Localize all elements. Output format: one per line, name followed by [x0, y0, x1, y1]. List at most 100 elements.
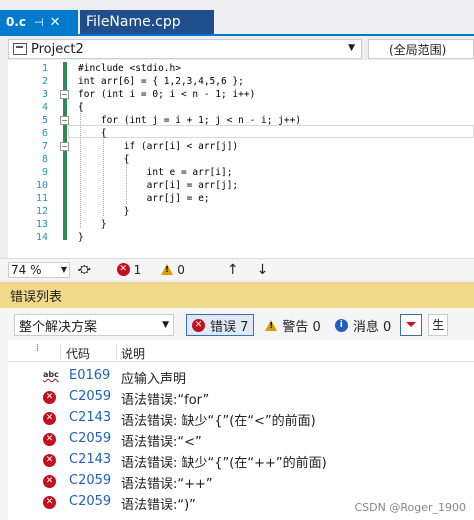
- line-number: 11: [35, 193, 48, 204]
- error-icon: ✕: [43, 475, 56, 488]
- line-number: 3: [41, 89, 48, 100]
- line-number: 12: [35, 206, 48, 217]
- column-divider[interactable]: [60, 344, 61, 360]
- build-source-dropdown[interactable]: 生: [428, 314, 449, 336]
- line-number: 2: [41, 76, 48, 87]
- error-icon: ✕: [43, 412, 56, 425]
- scope-value: 整个解决方案: [19, 319, 98, 335]
- close-icon[interactable]: ✕: [50, 15, 61, 30]
- error-code[interactable]: E0169: [69, 368, 110, 383]
- line-number: 5: [41, 115, 48, 126]
- code-line: for (int j = i + 1; j < n - i; j++): [78, 115, 302, 126]
- code-line: if (arr[i] < arr[j]): [78, 141, 239, 152]
- code-line: arr[j] = e;: [78, 193, 210, 204]
- code-line: }: [78, 206, 130, 217]
- error-description: 语法错误: 缺少“{”(在“++”的前面): [121, 456, 327, 471]
- project-name: Project2: [31, 41, 84, 57]
- error-list-panel: 错误列表 整个解决方案 ▼ ✕ 错误 7 警告 0 i 消息 0 ⏷ 生 ⁞ 代…: [0, 282, 474, 520]
- errors-filter-button[interactable]: ✕ 错误 7: [186, 314, 255, 336]
- messages-filter-button[interactable]: i 消息 0: [330, 314, 396, 336]
- error-list-toolbar: 整个解决方案 ▼ ✕ 错误 7 警告 0 i 消息 0 ⏷ 生: [0, 312, 474, 338]
- error-icon: ✕: [43, 391, 56, 404]
- error-count-indicator[interactable]: ✕ 1: [116, 262, 142, 277]
- warnings-filter-label: 警告 0: [282, 319, 321, 335]
- scope-dropdown[interactable]: (全局范围): [368, 39, 474, 59]
- code-line: #include <stdio.h>: [78, 63, 181, 74]
- line-number: 4: [41, 102, 48, 113]
- error-code[interactable]: C2143: [69, 410, 111, 425]
- table-row[interactable]: ✕ C2143 语法错误: 缺少“{”(在“++”的前面): [8, 450, 474, 471]
- code-editor[interactable]: 1 2 3 4 5 6 7 8 9 10 11 12 13 14 − − − #…: [8, 60, 474, 258]
- filter-icon[interactable]: ⏷: [400, 314, 423, 336]
- change-marker: [63, 62, 67, 240]
- column-divider[interactable]: [116, 344, 117, 360]
- error-code[interactable]: C2059: [69, 431, 111, 446]
- table-header: ⁞ 代码 说明: [8, 342, 474, 362]
- scope-label: (全局范围): [389, 42, 447, 57]
- arrow-down-icon[interactable]: ↓: [257, 262, 269, 278]
- code-line: }: [78, 219, 107, 230]
- error-code[interactable]: C2059: [69, 473, 111, 488]
- warning-icon: [265, 319, 278, 331]
- error-code[interactable]: C2143: [69, 452, 111, 467]
- sort-icon[interactable]: ⁞: [36, 343, 39, 354]
- error-table: ⁞ 代码 说明 abc E0169 应输入声明 ✕ C2059 语法错误:“fo…: [8, 340, 474, 520]
- code-line: {: [78, 102, 84, 113]
- code-line: int e = arr[i];: [78, 167, 233, 178]
- tab-label: FileName.cpp: [86, 14, 181, 30]
- line-number: 13: [35, 219, 48, 230]
- arrow-up-icon[interactable]: ↑: [227, 262, 239, 278]
- line-number: 1: [41, 63, 48, 74]
- code-line: arr[i] = arr[j];: [78, 180, 239, 191]
- project-dropdown[interactable]: Project2 ▼: [8, 39, 362, 59]
- error-description: 语法错误: 缺少“{”(在“<”的前面): [121, 414, 316, 429]
- line-number: 10: [35, 180, 48, 191]
- error-code[interactable]: C2059: [69, 389, 111, 404]
- solution-scope-dropdown[interactable]: 整个解决方案 ▼: [14, 314, 174, 336]
- code-line: {: [78, 154, 130, 165]
- line-number: 9: [41, 167, 48, 178]
- column-header-code[interactable]: 代码: [66, 345, 90, 362]
- code-area[interactable]: #include <stdio.h> int arr[6] = { 1,2,3,…: [68, 60, 474, 258]
- column-header-description[interactable]: 说明: [121, 345, 145, 362]
- code-line: for (int i = 0; i < n - 1; i++): [78, 89, 256, 100]
- warning-icon: [161, 264, 174, 275]
- line-number: 6: [41, 128, 48, 139]
- error-description: 应输入声明: [121, 372, 187, 387]
- info-icon: i: [334, 318, 348, 332]
- intellisense-error-icon: abc: [43, 370, 59, 379]
- error-icon: ✕: [43, 454, 56, 467]
- table-row[interactable]: ✕ C2059 语法错误:“<”: [8, 429, 474, 450]
- error-count: 1: [133, 262, 142, 277]
- error-code[interactable]: C2059: [69, 494, 111, 509]
- chevron-down-icon: ▼: [162, 320, 169, 330]
- tab-0-c[interactable]: 0.c ⊣ ✕: [0, 10, 78, 34]
- warning-count-indicator[interactable]: 0: [161, 263, 185, 277]
- warnings-filter-button[interactable]: 警告 0: [260, 314, 325, 336]
- tab-label: 0.c: [6, 15, 27, 29]
- line-number: 7: [41, 141, 48, 152]
- table-row[interactable]: ✕ C2059 语法错误:“++”: [8, 471, 474, 492]
- tab-filename-cpp[interactable]: FileName.cpp: [80, 10, 214, 34]
- document-tab-bar: 0.c ⊣ ✕ FileName.cpp: [0, 0, 474, 36]
- error-list-title[interactable]: 错误列表: [0, 282, 474, 308]
- warning-count: 0: [177, 262, 185, 277]
- watermark: CSDN @Roger_1900: [354, 501, 466, 514]
- line-number: 8: [41, 154, 48, 165]
- code-line: {: [78, 128, 107, 139]
- error-description: 语法错误:“++”: [121, 477, 213, 492]
- table-row[interactable]: abc E0169 应输入声明: [8, 366, 474, 387]
- errors-filter-label: 错误 7: [210, 319, 249, 335]
- error-icon: ✕: [192, 318, 205, 332]
- line-number: 14: [35, 232, 48, 243]
- error-icon: ✕: [116, 263, 130, 276]
- zoom-dropdown[interactable]: 74 % ▼: [8, 261, 70, 278]
- intellicode-icon[interactable]: ⛮: [78, 262, 91, 277]
- code-line: }: [78, 232, 84, 243]
- table-row[interactable]: ✕ C2143 语法错误: 缺少“{”(在“<”的前面): [8, 408, 474, 429]
- pin-icon[interactable]: ⊣: [34, 16, 44, 29]
- navigation-bar: Project2 ▼ (全局范围): [0, 38, 474, 60]
- table-row[interactable]: ✕ C2059 语法错误:“for”: [8, 387, 474, 408]
- editor-status-bar: 74 % ▼ ⛮ ✕ 1 0 ↑ ↓: [0, 258, 474, 280]
- error-description: 语法错误:“)”: [121, 498, 196, 513]
